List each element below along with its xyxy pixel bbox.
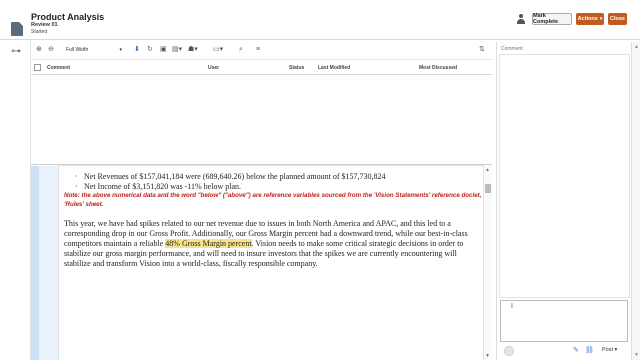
text-cursor-icon: I	[511, 303, 513, 310]
sort-icon[interactable]: ⇅	[479, 45, 485, 55]
bullet-item: Net Revenues of $157,041,184 were (689,6…	[64, 172, 482, 182]
select-all-checkbox[interactable]	[34, 64, 41, 71]
review-status: Started	[31, 29, 48, 35]
actions-label: Actions	[577, 16, 598, 22]
scroll-down-icon[interactable]: ▼	[634, 352, 639, 358]
attach-icon[interactable]: ✎	[573, 346, 579, 354]
avatar	[504, 346, 514, 356]
column-header-last-modified[interactable]: Last Modified	[318, 65, 350, 71]
comment-panel-scrollbar[interactable]: ▲ ▼	[631, 42, 640, 360]
refresh-icon[interactable]: ↻	[147, 45, 153, 55]
comments-table-header: Comment User Status Last Modified Most D…	[31, 61, 492, 75]
chevron-down-icon: ▾	[119, 47, 122, 53]
document-icon	[11, 22, 23, 36]
comments-table-body	[31, 75, 492, 165]
filter-icon[interactable]: ≡	[256, 45, 260, 55]
comment-panel-label: Comment	[501, 46, 523, 52]
scroll-thumb[interactable]	[485, 184, 491, 193]
left-rail: ⊶	[0, 40, 31, 360]
comment-list	[499, 54, 630, 298]
zoom-value: Full Width	[66, 47, 89, 53]
document-content[interactable]: Net Revenues of $157,041,184 were (689,6…	[64, 172, 482, 269]
page-header: Product Analysis Review 01 Started Mark …	[0, 0, 640, 40]
comment-panel: Comment I ✎ ⛓ Post ▾ ▲ ▼	[496, 42, 640, 360]
column-header-most-discussed[interactable]: Most Discussed	[419, 65, 457, 71]
page-title: Product Analysis	[31, 12, 105, 22]
column-header-user[interactable]: User	[208, 65, 219, 71]
close-button[interactable]: Close	[608, 13, 627, 25]
column-header-comment[interactable]: Comment	[47, 65, 70, 71]
bullet-item: Net Income of $3,151,820 was -11% below …	[64, 182, 482, 192]
hierarchy-icon[interactable]: ⊶	[11, 46, 21, 57]
comment-footer: ✎ ⛓ Post ▾	[499, 344, 630, 358]
link-icon[interactable]: ⛓	[585, 346, 594, 354]
zoom-in-icon[interactable]: ⊕	[36, 45, 42, 55]
zoom-select[interactable]: Full Width ▾	[64, 45, 124, 55]
post-button[interactable]: Post ▾	[602, 347, 617, 353]
review-name: Review 01	[31, 22, 58, 28]
highlighted-reference[interactable]: 48% Gross Margin percent	[165, 239, 252, 248]
user-filter-icon[interactable]: ☗▾	[188, 45, 198, 55]
scroll-up-icon[interactable]: ▲	[634, 44, 639, 50]
chevron-down-icon: ▾	[599, 16, 603, 22]
mark-complete-button[interactable]: Mark Complete	[532, 13, 572, 25]
view-menu-icon[interactable]: ▭▾	[213, 45, 223, 55]
document-toolbar: ⊕ ⊖ Full Width ▾ ⬇ ↻ ▣ ▤▾ ☗▾ ▭▾ ⌕ ≡ ⇅	[31, 42, 492, 60]
document-scrollbar[interactable]: ▲ ▼	[483, 166, 492, 360]
comment-menu-icon[interactable]: ▤▾	[172, 45, 182, 55]
scroll-down-icon[interactable]: ▼	[485, 353, 490, 359]
search-icon[interactable]: ⌕	[239, 45, 243, 55]
pin-icon[interactable]: ⬇	[134, 45, 140, 55]
column-header-status[interactable]: Status	[289, 65, 304, 71]
reference-note: Note: the above numerical data and the w…	[64, 192, 482, 208]
user-icon[interactable]	[516, 14, 526, 25]
comment-input[interactable]: I	[500, 300, 628, 342]
scroll-up-icon[interactable]: ▲	[485, 167, 490, 173]
body-paragraph: This year, we have had spikes related to…	[64, 219, 482, 269]
zoom-out-icon[interactable]: ⊖	[48, 45, 54, 55]
page-gutter	[31, 166, 39, 360]
post-label: Post	[602, 347, 614, 353]
actions-button[interactable]: Actions ▾	[576, 13, 604, 25]
copy-icon[interactable]: ▣	[160, 45, 167, 55]
document-viewer: Net Revenues of $157,041,184 were (689,6…	[31, 166, 492, 360]
